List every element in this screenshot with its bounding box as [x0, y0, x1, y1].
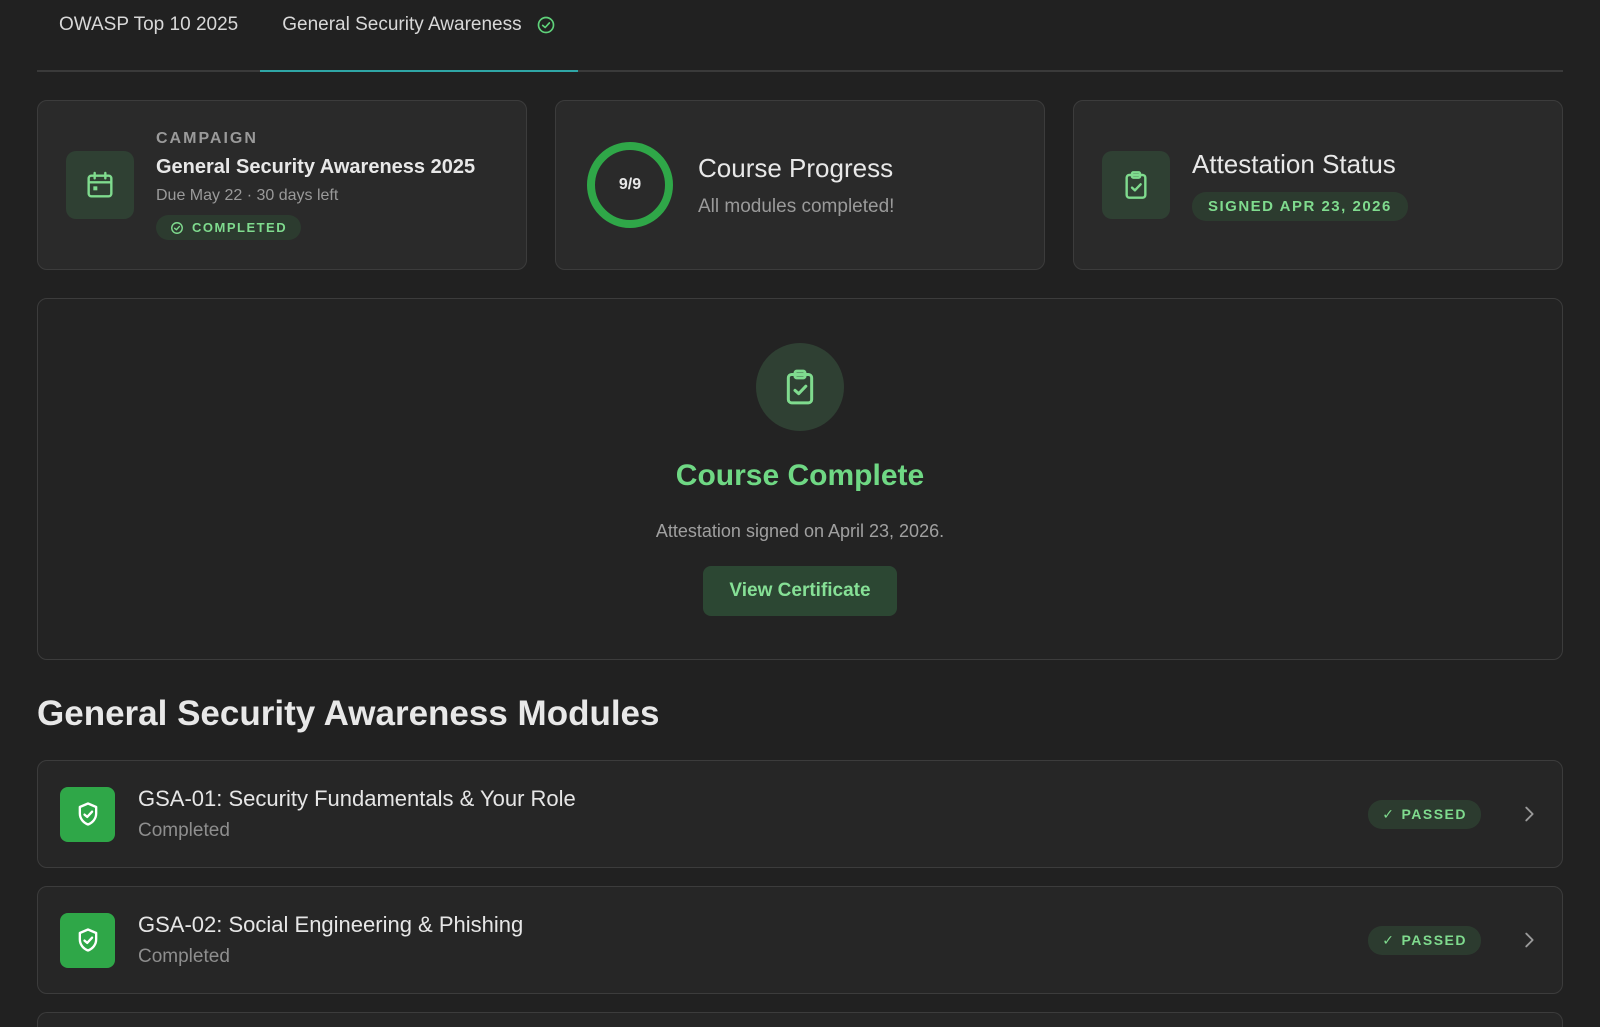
course-progress-card: 9/9 Course Progress All modules complete… — [555, 100, 1045, 270]
passed-badge: ✓ PASSED — [1368, 799, 1481, 829]
shield-check-icon — [60, 786, 115, 842]
tab-general-security-awareness[interactable]: General Security Awareness — [260, 0, 579, 72]
modules-section-title: General Security Awareness Modules — [37, 694, 660, 733]
check-circle-icon — [537, 16, 554, 34]
progress-ring: 9/9 — [584, 139, 676, 231]
campaign-due-date: Due May 22 · 30 days left — [156, 187, 339, 204]
chevron-right-icon — [1525, 932, 1534, 948]
passed-badge-label: PASSED — [1401, 932, 1467, 948]
page: OWASP Top 10 2025 General Security Aware… — [0, 0, 1600, 1027]
attestation-status-title: Attestation Status — [1192, 149, 1396, 179]
completed-badge: COMPLETED — [156, 215, 302, 240]
clipboard-check-icon — [1102, 151, 1170, 219]
module-status: Completed — [138, 820, 230, 841]
module-title: GSA-02: Social Engineering & Phishing — [138, 912, 524, 937]
tab-owasp-top-10[interactable]: OWASP Top 10 2025 — [37, 0, 260, 70]
tab-label: OWASP Top 10 2025 — [59, 14, 239, 35]
signed-badge: SIGNED APR 23, 2026 — [1192, 192, 1408, 221]
module-row-partial[interactable] — [37, 1012, 1563, 1027]
summary-cards: CAMPAIGN General Security Awareness 2025… — [37, 100, 1563, 270]
completed-badge-label: COMPLETED — [192, 220, 288, 235]
campaign-card: CAMPAIGN General Security Awareness 2025… — [37, 100, 527, 270]
checkmark-icon: ✓ — [1382, 805, 1396, 822]
passed-badge: ✓ PASSED — [1368, 925, 1481, 955]
chevron-right-icon — [1525, 806, 1534, 822]
course-complete-title: Course Complete — [675, 459, 925, 492]
passed-badge-label: PASSED — [1401, 806, 1467, 822]
course-progress-subtitle: All modules completed! — [698, 195, 895, 217]
campaign-eyebrow: CAMPAIGN — [156, 130, 258, 147]
clipboard-check-icon — [756, 343, 844, 431]
module-status: Completed — [138, 946, 230, 967]
module-list: GSA-01: Security Fundamentals & Your Rol… — [37, 760, 1563, 1027]
tab-bar: OWASP Top 10 2025 General Security Aware… — [37, 0, 1563, 72]
course-progress-title: Course Progress — [698, 152, 894, 183]
course-complete-panel: Course Complete Attestation signed on Ap… — [37, 298, 1563, 660]
module-row[interactable]: GSA-01: Security Fundamentals & Your Rol… — [37, 760, 1563, 868]
attestation-signed-text: Attestation signed on April 23, 2026. — [655, 521, 945, 541]
calendar-icon — [66, 151, 134, 219]
module-title: GSA-01: Security Fundamentals & Your Rol… — [138, 786, 576, 811]
check-circle-icon — [171, 221, 183, 234]
checkmark-icon: ✓ — [1382, 931, 1396, 948]
module-row[interactable]: GSA-02: Social Engineering & Phishing Co… — [37, 886, 1563, 994]
attestation-status-card: Attestation Status SIGNED APR 23, 2026 — [1073, 100, 1563, 270]
view-certificate-button[interactable]: View Certificate — [703, 566, 897, 616]
shield-check-icon — [60, 912, 115, 968]
progress-ring-label: 9/9 — [618, 176, 642, 193]
campaign-name: General Security Awareness 2025 — [156, 156, 476, 178]
tab-label: General Security Awareness — [282, 14, 522, 35]
